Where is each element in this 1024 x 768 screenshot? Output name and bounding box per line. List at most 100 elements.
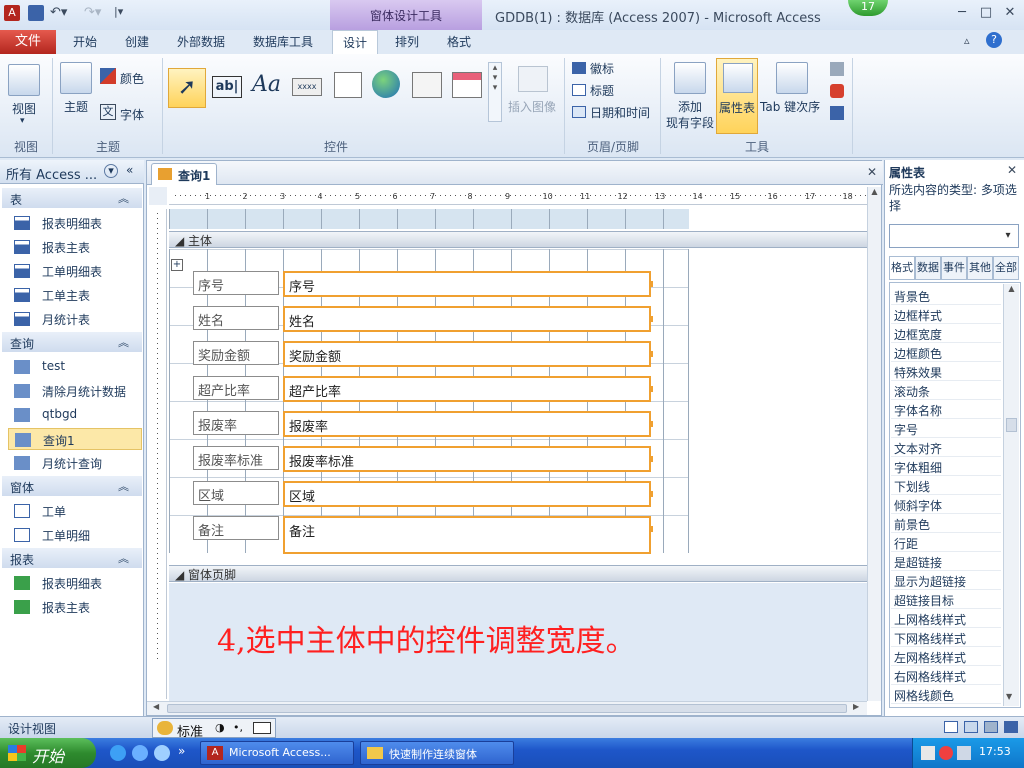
maximize-button[interactable]: □ (974, 4, 998, 22)
field-label[interactable]: 报废率 (193, 411, 279, 435)
close-property-sheet-icon[interactable]: ✕ (1007, 163, 1017, 177)
layout-view-icon[interactable] (964, 721, 978, 733)
tab-order-button-label[interactable]: Tab 键次序 (760, 98, 820, 115)
field-label[interactable]: 姓名 (193, 306, 279, 330)
property-tab[interactable]: 事件 (941, 256, 967, 280)
collapse-group-icon[interactable]: ︽ (118, 334, 129, 350)
collapse-ribbon-icon[interactable]: ▵ (964, 34, 970, 47)
ime-keyboard-icon[interactable] (253, 722, 271, 734)
redo-icon[interactable]: ↷▾ (84, 5, 101, 20)
nav-group-header[interactable]: 窗体 ︽ (2, 476, 142, 496)
date-time-button-label[interactable]: 日期和时间 (590, 104, 650, 121)
field-textbox[interactable]: 姓名 (283, 306, 651, 332)
title-button-label[interactable]: 标题 (590, 82, 614, 99)
document-tab-query1[interactable]: 查询1 (151, 163, 217, 185)
insert-image-icon[interactable] (518, 66, 548, 92)
property-tab[interactable]: 格式 (889, 256, 915, 280)
tray-icon-volume[interactable] (957, 746, 971, 760)
field-textbox[interactable]: 区域 (283, 481, 651, 507)
field-textbox[interactable]: 超产比率 (283, 376, 651, 402)
field-textbox[interactable]: 报废率 (283, 411, 651, 437)
combobox-dropdown-icon[interactable]: ▾ (1000, 227, 1016, 245)
design-view-icon[interactable] (1004, 721, 1018, 733)
tab-home[interactable]: 开始 (62, 30, 108, 54)
datasheet-view-icon[interactable] (984, 721, 998, 733)
nav-group-header[interactable]: 报表 ︽ (2, 548, 142, 568)
tab-create[interactable]: 创建 (114, 30, 160, 54)
nav-group-header[interactable]: 查询 ︽ (2, 332, 142, 352)
field-label[interactable]: 报废率标准 (193, 446, 279, 470)
tab-file[interactable]: 文件 (0, 30, 56, 54)
field-label[interactable]: 区域 (193, 481, 279, 505)
field-label[interactable]: 备注 (193, 516, 279, 540)
scroll-up-icon[interactable]: ▲ (868, 187, 881, 196)
fonts-icon[interactable]: 文 (100, 104, 116, 120)
access-app-icon[interactable]: A (4, 5, 20, 21)
view-icon[interactable] (8, 64, 40, 96)
convert-macros-icon[interactable] (830, 106, 844, 120)
form-view-icon[interactable] (944, 721, 958, 733)
nav-item[interactable]: test (8, 356, 142, 378)
colors-button-label[interactable]: 颜色 (120, 70, 144, 87)
ime-logo-icon[interactable] (157, 721, 173, 735)
nav-group-header[interactable]: 表 ︽ (2, 188, 142, 208)
property-scroll-up-icon[interactable]: ▲ (1004, 284, 1019, 293)
nav-collapse-icon[interactable]: « (126, 163, 133, 177)
property-tab[interactable]: 数据 (915, 256, 941, 280)
tab-format[interactable]: 格式 (436, 30, 482, 54)
nav-item[interactable]: 查询1 (8, 428, 142, 450)
customize-qat-icon[interactable]: |▾ (114, 5, 123, 18)
quick-launch-icon[interactable] (154, 745, 170, 761)
nav-item[interactable]: 月统计查询 (8, 452, 142, 474)
property-tab[interactable]: 全部 (993, 256, 1019, 280)
tab-design[interactable]: 设计 (332, 30, 378, 54)
resize-handle[interactable] (649, 491, 653, 497)
resize-handle[interactable] (649, 456, 653, 462)
ime-toolbar[interactable]: 标准 ◑ •, (152, 718, 276, 740)
theme-button-label[interactable]: 主题 (64, 98, 88, 115)
property-item[interactable]: 显示为超链接 (891, 571, 1001, 590)
insert-image-button-label[interactable]: 插入图像 (508, 98, 556, 115)
tab-external-data[interactable]: 外部数据 (166, 30, 236, 54)
textbox-control-icon[interactable]: ab| (212, 76, 242, 98)
logo-icon[interactable] (572, 62, 586, 74)
property-scroll-down-icon[interactable]: ▼ (1006, 692, 1012, 701)
browser-icon[interactable] (132, 745, 148, 761)
nav-item[interactable]: 报表明细表 (8, 212, 142, 234)
tab-control-icon[interactable] (334, 72, 362, 98)
property-scroll-thumb[interactable] (1006, 418, 1017, 432)
property-sheet-button[interactable]: 属性表 (716, 58, 758, 134)
field-label[interactable]: 序号 (193, 271, 279, 295)
ime-punctuation-icon[interactable]: •, (233, 721, 243, 734)
field-textbox[interactable]: 奖励金额 (283, 341, 651, 367)
property-item[interactable]: 网格线颜色 (891, 685, 1001, 704)
view-button-label[interactable]: 视图 (12, 100, 36, 117)
code-icon[interactable] (830, 84, 844, 98)
property-item[interactable]: 右网格线样式 (891, 666, 1001, 685)
colors-icon[interactable] (100, 68, 116, 84)
web-browser-control-icon[interactable] (412, 72, 442, 98)
nav-item[interactable]: 月统计表 (8, 308, 142, 330)
scroll-left-icon[interactable]: ◀ (153, 702, 159, 711)
nav-item[interactable]: 工单主表 (8, 284, 142, 306)
property-item[interactable]: 滚动条 (891, 381, 1001, 400)
vertical-scrollbar[interactable]: ▲ (867, 187, 881, 701)
nav-item[interactable]: qtbgd (8, 404, 142, 426)
tab-database-tools[interactable]: 数据库工具 (242, 30, 324, 54)
property-item[interactable]: 特殊效果 (891, 362, 1001, 381)
save-icon[interactable] (28, 5, 44, 21)
quick-launch-expand-icon[interactable]: » (178, 744, 185, 758)
resize-handle[interactable] (649, 351, 653, 357)
form-selector[interactable] (149, 187, 167, 205)
nav-dropdown-icon[interactable]: ▾ (104, 164, 118, 178)
property-item[interactable]: 左网格线样式 (891, 647, 1001, 666)
horizontal-scroll-thumb[interactable] (167, 704, 847, 713)
property-item[interactable]: 行距 (891, 533, 1001, 552)
add-fields-label-line2[interactable]: 现有字段 (666, 114, 714, 131)
nav-item[interactable]: 工单明细表 (8, 260, 142, 282)
property-item[interactable]: 边框宽度 (891, 324, 1001, 343)
help-icon[interactable]: ? (986, 32, 1002, 48)
nav-item[interactable]: 工单明细 (8, 524, 142, 546)
nav-item[interactable]: 工单 (8, 500, 142, 522)
nav-item[interactable]: 清除月统计数据 (8, 380, 142, 402)
